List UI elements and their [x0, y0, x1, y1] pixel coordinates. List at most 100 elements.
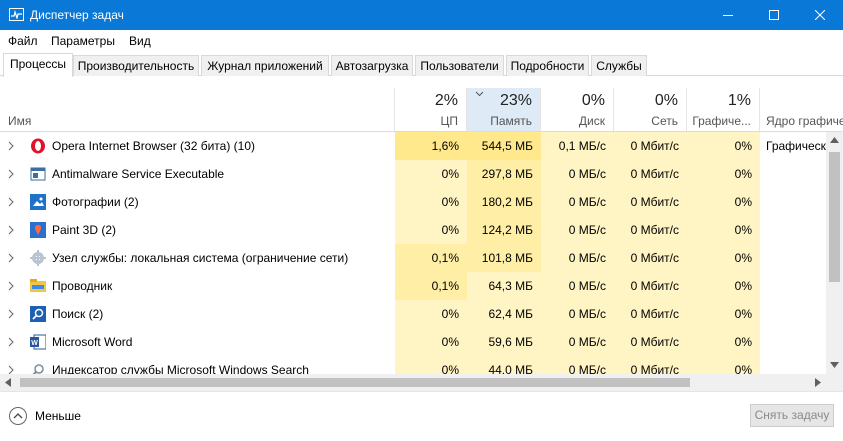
column-header-memory[interactable]: 23% Память: [467, 88, 541, 132]
process-name: Microsoft Word: [52, 335, 133, 349]
fewer-details-link[interactable]: Меньше: [35, 409, 81, 423]
column-header-network[interactable]: 0% Сеть: [614, 88, 687, 132]
process-row[interactable]: Проводник 0,1% 64,3 МБ 0 МБ/с 0 Мбит/с 0…: [0, 272, 826, 300]
process-network: 0 Мбит/с: [614, 160, 687, 188]
process-gpu: 0%: [687, 244, 760, 272]
process-row[interactable]: Индексатор службы Microsoft Windows Sear…: [0, 356, 826, 374]
scroll-right-arrow-icon[interactable]: [815, 378, 821, 387]
scroll-left-arrow-icon[interactable]: [5, 378, 11, 387]
maximize-button[interactable]: [751, 0, 797, 30]
vertical-scrollbar[interactable]: [826, 132, 843, 374]
process-row[interactable]: Opera Internet Browser (32 бита) (10) 1,…: [0, 132, 826, 160]
service-host-icon: [30, 250, 46, 266]
minimize-button[interactable]: [705, 0, 751, 30]
process-row[interactable]: Paint 3D (2) 0% 124,2 МБ 0 МБ/с 0 Мбит/с…: [0, 216, 826, 244]
process-row[interactable]: Поиск (2) 0% 62,4 МБ 0 МБ/с 0 Мбит/с 0%: [0, 300, 826, 328]
disk-total-percent: 0%: [581, 92, 605, 109]
fewer-details-icon[interactable]: [8, 406, 28, 426]
process-memory: 64,3 МБ: [467, 272, 541, 300]
scroll-up-arrow-icon[interactable]: [830, 137, 839, 143]
expand-chevron-icon[interactable]: [8, 365, 14, 374]
paint3d-icon: [30, 222, 46, 238]
word-icon: W: [30, 334, 46, 350]
menu-file[interactable]: Файл: [8, 34, 38, 48]
process-memory: 59,6 МБ: [467, 328, 541, 356]
expand-chevron-icon[interactable]: [8, 281, 14, 291]
tab-performance[interactable]: Производительность: [73, 55, 199, 76]
title-bar: Диспетчер задач: [0, 0, 843, 30]
process-cpu: 0%: [395, 216, 467, 244]
expand-chevron-icon[interactable]: [8, 337, 14, 347]
vertical-scroll-thumb[interactable]: [829, 152, 840, 282]
process-name: Opera Internet Browser (32 бита) (10): [52, 139, 256, 153]
process-disk: 0,1 МБ/с: [541, 132, 614, 160]
task-manager-icon: [9, 8, 24, 21]
process-gpu: 0%: [687, 356, 760, 374]
menu-options[interactable]: Параметры: [51, 34, 115, 48]
scroll-down-arrow-icon[interactable]: [830, 362, 839, 368]
process-disk: 0 МБ/с: [541, 188, 614, 216]
horizontal-scroll-thumb[interactable]: [20, 378, 690, 387]
process-cpu: 0%: [395, 356, 467, 374]
column-header-name[interactable]: Имя: [0, 88, 395, 132]
menu-view[interactable]: Вид: [129, 34, 151, 48]
expand-chevron-icon[interactable]: [8, 141, 14, 151]
process-name: Paint 3D (2): [52, 223, 117, 237]
tab-app-history[interactable]: Журнал приложений: [201, 55, 329, 76]
process-row[interactable]: Фотографии (2) 0% 180,2 МБ 0 МБ/с 0 Мбит…: [0, 188, 826, 216]
expand-chevron-icon[interactable]: [8, 197, 14, 207]
process-gpu: 0%: [687, 272, 760, 300]
horizontal-scrollbar[interactable]: [0, 374, 843, 391]
process-memory: 101,8 МБ: [467, 244, 541, 272]
expand-chevron-icon[interactable]: [8, 309, 14, 319]
process-gpu-engine: [760, 216, 826, 244]
expand-chevron-icon[interactable]: [8, 225, 14, 235]
process-row[interactable]: Antimalware Service Executable 0% 297,8 …: [0, 160, 826, 188]
column-label-cpu: ЦП: [440, 114, 458, 128]
memory-total-percent: 23%: [499, 92, 532, 109]
column-header-disk[interactable]: 0% Диск: [541, 88, 614, 132]
process-cpu: 0,1%: [395, 272, 467, 300]
process-name: Индексатор службы Microsoft Windows Sear…: [52, 363, 309, 374]
process-name: Поиск (2): [52, 307, 104, 321]
gpu-total-percent: 1%: [727, 92, 751, 109]
process-memory: 544,5 МБ: [467, 132, 541, 160]
tab-services[interactable]: Службы: [591, 55, 647, 76]
process-disk: 0 МБ/с: [541, 356, 614, 374]
process-disk: 0 МБ/с: [541, 244, 614, 272]
process-name: Фотографии (2): [52, 195, 139, 209]
tab-details[interactable]: Подробности: [506, 55, 589, 76]
end-task-button[interactable]: Снять задачу: [750, 404, 834, 427]
process-memory: 124,2 МБ: [467, 216, 541, 244]
process-gpu: 0%: [687, 188, 760, 216]
tab-processes[interactable]: Процессы: [3, 53, 73, 77]
column-header-cpu[interactable]: 2% ЦП: [395, 88, 467, 132]
column-header-gpu-engine[interactable]: Ядро графичес: [760, 88, 843, 132]
column-header-gpu[interactable]: 1% Графиче...: [687, 88, 760, 132]
process-network: 0 Мбит/с: [614, 244, 687, 272]
process-network: 0 Мбит/с: [614, 272, 687, 300]
cpu-total-percent: 2%: [434, 92, 458, 109]
process-disk: 0 МБ/с: [541, 272, 614, 300]
process-row[interactable]: W Microsoft Word 0% 59,6 МБ 0 МБ/с 0 Мби…: [0, 328, 826, 356]
process-memory: 62,4 МБ: [467, 300, 541, 328]
tab-users[interactable]: Пользователи: [415, 55, 504, 76]
process-gpu: 0%: [687, 216, 760, 244]
tab-startup[interactable]: Автозагрузка: [331, 55, 413, 76]
indexer-icon: [32, 364, 44, 374]
process-name: Узел службы: локальная система (ограниче…: [52, 251, 349, 265]
process-gpu: 0%: [687, 132, 760, 160]
process-gpu-engine: [760, 188, 826, 216]
opera-icon: [31, 138, 45, 154]
process-disk: 0 МБ/с: [541, 328, 614, 356]
tab-strip: Процессы Производительность Журнал прило…: [0, 52, 843, 77]
expand-chevron-icon[interactable]: [8, 253, 14, 263]
close-button[interactable]: [797, 0, 843, 30]
expand-chevron-icon[interactable]: [8, 169, 14, 179]
process-network: 0 Мбит/с: [614, 328, 687, 356]
process-row[interactable]: Узел службы: локальная система (ограниче…: [0, 244, 826, 272]
process-gpu: 0%: [687, 300, 760, 328]
process-gpu-engine: [760, 328, 826, 356]
process-memory: 44,0 МБ: [467, 356, 541, 374]
column-label-disk: Диск: [578, 114, 605, 128]
